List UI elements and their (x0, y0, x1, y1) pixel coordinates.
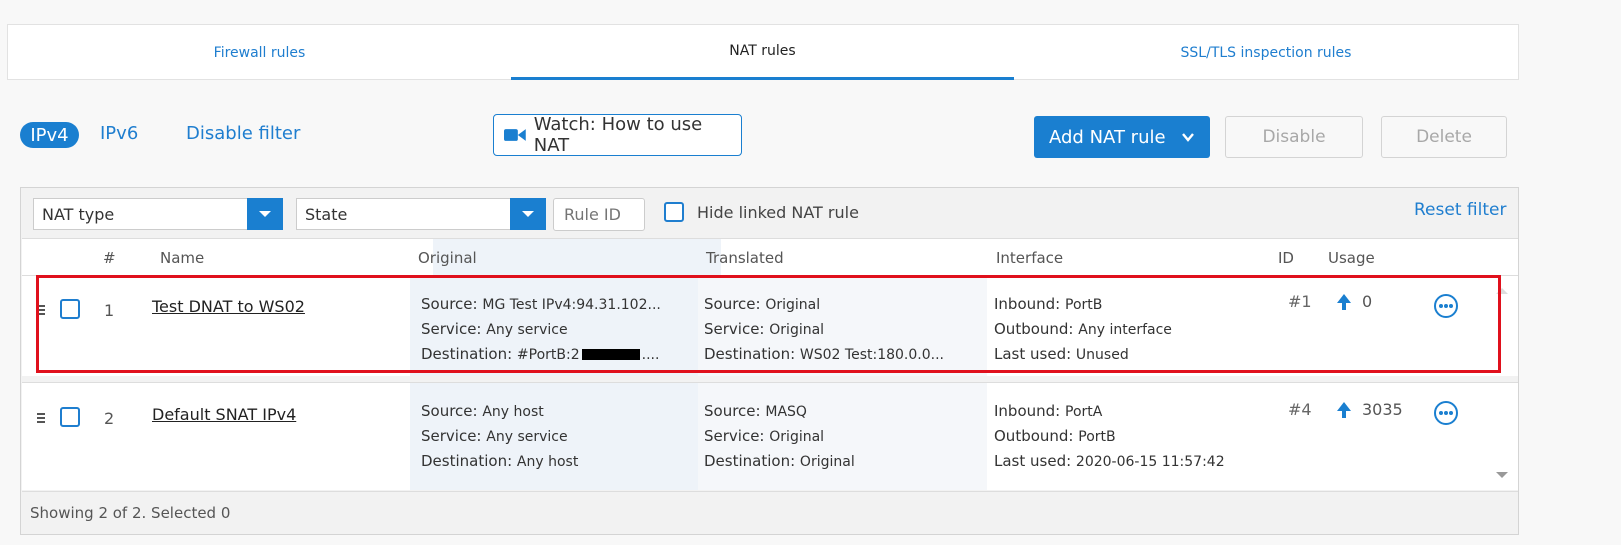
state-select-value: State (305, 204, 348, 224)
ipv4-toggle[interactable]: IPv4 (20, 122, 79, 148)
delete-button[interactable]: Delete (1381, 116, 1507, 158)
nat-type-select[interactable]: NAT type (33, 198, 283, 230)
column-interface: Interface (996, 248, 1064, 267)
tab-firewall-rules[interactable]: Firewall rules (8, 25, 511, 80)
disable-button[interactable]: Disable (1225, 116, 1363, 158)
column-usage[interactable]: Usage (1328, 239, 1375, 276)
interface-outbound: Outbound: PortB (994, 427, 1116, 445)
drag-handle-icon[interactable] (37, 413, 45, 423)
original-destination: Destination: #PortB:2.... (421, 345, 660, 363)
hide-linked-nat-checkbox[interactable] (664, 202, 684, 222)
row-number: 1 (104, 301, 115, 320)
video-camera-icon (504, 129, 526, 141)
reset-filter-link[interactable]: Reset filter (1414, 200, 1506, 220)
drag-handle-icon[interactable] (37, 305, 45, 315)
translated-service: Service: Original (704, 320, 825, 338)
column-original: Original (418, 248, 477, 267)
scroll-up-icon[interactable] (1495, 286, 1509, 296)
interface-last-used: Last used: 2020-06-15 11:57:42 (994, 452, 1225, 470)
column-translated: Translated (706, 248, 784, 267)
more-options-icon[interactable] (1433, 293, 1459, 319)
tab-ssl-tls-inspection-rules[interactable]: SSL/TLS inspection rules (1014, 25, 1518, 80)
redacted-block (581, 349, 640, 360)
watch-video-button[interactable]: Watch: How to use NAT (493, 114, 742, 156)
rule-usage: 0 (1334, 292, 1372, 311)
row-checkbox[interactable] (60, 407, 80, 427)
original-destination: Destination: Any host (421, 452, 579, 470)
scroll-down-icon[interactable] (1495, 470, 1509, 480)
more-options-icon[interactable] (1433, 400, 1459, 426)
column-id[interactable]: ID (1278, 239, 1294, 276)
interface-last-used: Last used: Unused (994, 345, 1129, 363)
translated-source: Source: Original (704, 295, 821, 313)
tab-nat-rules[interactable]: NAT rules (511, 25, 1014, 80)
hide-linked-nat-label: Hide linked NAT rule (697, 203, 859, 222)
table-footer-status: Showing 2 of 2. Selected 0 (22, 491, 1518, 534)
original-service: Service: Any service (421, 427, 568, 445)
rule-name-link[interactable]: Default SNAT IPv4 (152, 405, 296, 424)
ipv6-toggle[interactable]: IPv6 (100, 123, 138, 144)
nat-type-select-value: NAT type (42, 204, 115, 224)
column-name[interactable]: Name (160, 239, 204, 276)
interface-inbound: Inbound: PortA (994, 402, 1103, 420)
traffic-icon (1337, 293, 1351, 310)
row-number: 2 (104, 409, 115, 428)
watch-video-label: Watch: How to use NAT (533, 114, 703, 156)
rule-id: #1 (1288, 292, 1312, 311)
interface-outbound: Outbound: Any interface (994, 320, 1172, 338)
original-source: Source: Any host (421, 402, 544, 420)
add-nat-rule-button[interactable]: Add NAT rule (1034, 116, 1210, 158)
original-source: Source: MG Test IPv4:94.31.102... (421, 295, 661, 313)
table-row[interactable]: 1 Test DNAT to WS02 Source: MG Test IPv4… (22, 276, 1518, 376)
nat-type-dropdown-button[interactable] (247, 198, 283, 230)
caret-down-icon (259, 211, 271, 217)
traffic-icon (1337, 401, 1351, 418)
translated-source: Source: MASQ (704, 402, 807, 420)
state-select[interactable]: State (296, 198, 546, 230)
interface-inbound: Inbound: PortB (994, 295, 1103, 313)
column-number: # (103, 248, 116, 267)
table-header: # Name Original Translated Interface ID … (22, 238, 1518, 276)
rule-id-input[interactable] (553, 198, 645, 231)
disable-filter-link[interactable]: Disable filter (186, 123, 300, 144)
rule-usage: 3035 (1334, 400, 1403, 419)
row-checkbox[interactable] (60, 299, 80, 319)
table-row[interactable]: 2 Default SNAT IPv4 Source: Any host Ser… (22, 382, 1518, 490)
add-nat-rule-label: Add NAT rule (1049, 126, 1166, 148)
original-service: Service: Any service (421, 320, 568, 338)
rule-name-link[interactable]: Test DNAT to WS02 (152, 297, 305, 316)
translated-destination: Destination: WS02 Test:180.0.0... (704, 345, 944, 363)
state-dropdown-button[interactable] (510, 198, 546, 230)
rule-tabs: Firewall rules NAT rules SSL/TLS inspect… (7, 24, 1519, 80)
chevron-down-icon[interactable] (1180, 129, 1196, 145)
translated-destination: Destination: Original (704, 452, 855, 470)
rule-id: #4 (1288, 400, 1312, 419)
caret-down-icon (522, 211, 534, 217)
translated-service: Service: Original (704, 427, 825, 445)
